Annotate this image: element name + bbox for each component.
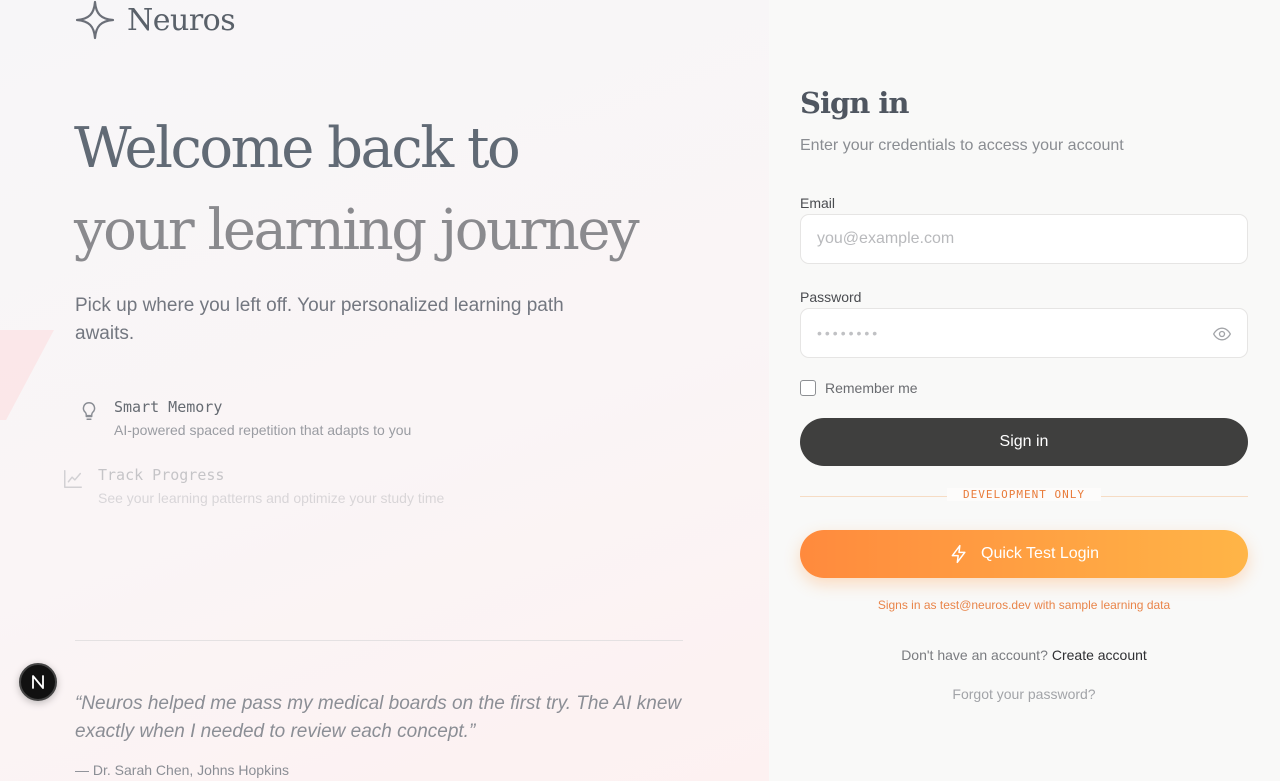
brand[interactable]: Neuros — [75, 0, 236, 40]
hero-subtitle: Pick up where you left off. Your persona… — [75, 295, 564, 344]
sparkle-icon — [75, 0, 115, 40]
password-mask: •••••••• — [817, 325, 881, 341]
hero-heading: Welcome back to your learning journey — [74, 108, 694, 272]
trend-chart-icon — [62, 468, 84, 490]
eye-icon[interactable] — [1212, 324, 1232, 344]
forgot-password-link[interactable]: Forgot your password? — [800, 686, 1248, 702]
create-account-row: Don't have an account? Create account — [800, 647, 1248, 663]
lightbulb-icon — [78, 400, 100, 422]
hero-line-2: your learning journey — [74, 198, 640, 263]
password-label: Password — [800, 289, 862, 305]
lightning-icon — [949, 544, 969, 564]
dev-only-label: DEVELOPMENT ONLY — [947, 488, 1101, 501]
divider — [75, 640, 683, 641]
remember-label: Remember me — [825, 380, 918, 396]
feature-description: See your learning patterns and optimize … — [98, 490, 445, 506]
email-field[interactable]: you@example.com — [800, 214, 1248, 264]
n-logo-icon — [32, 675, 44, 689]
brand-name: Neuros — [127, 2, 236, 38]
email-placeholder: you@example.com — [817, 230, 955, 247]
testimonial-quote: “Neuros helped me pass my medical boards… — [75, 693, 682, 742]
signin-button[interactable]: Sign in — [800, 418, 1248, 466]
dev-tools-badge[interactable] — [19, 663, 57, 701]
quick-login-note: Signs in as test@neuros.dev with sample … — [877, 598, 1171, 612]
signin-panel: Sign in Enter your credentials to access… — [769, 0, 1280, 781]
signin-subtitle: Enter your credentials to access your ac… — [800, 137, 1124, 154]
decorative-shape — [0, 330, 54, 420]
quick-test-login-button[interactable]: Quick Test Login — [800, 530, 1248, 578]
email-label: Email — [800, 195, 836, 211]
no-account-text: Don't have an account? — [901, 647, 1048, 663]
remember-me[interactable]: Remember me — [800, 380, 918, 396]
hero-line-1: Welcome back to — [74, 116, 521, 181]
left-panel: Neuros Welcome back to your learning jou… — [0, 0, 769, 781]
feature-description: AI-powered spaced repetition that adapts… — [114, 422, 412, 438]
remember-checkbox[interactable] — [800, 380, 816, 396]
signin-title: Sign in — [800, 86, 910, 120]
feature-track-progress: Track Progress See your learning pattern… — [62, 466, 444, 506]
password-field[interactable]: •••••••• — [800, 308, 1248, 358]
feature-title: Track Progress — [98, 466, 225, 484]
testimonial-author: — Dr. Sarah Chen, Johns Hopkins — [75, 762, 289, 778]
feature-title: Smart Memory — [114, 398, 223, 416]
feature-smart-memory: Smart Memory AI-powered spaced repetitio… — [78, 398, 411, 438]
create-account-link[interactable]: Create account — [1052, 647, 1147, 663]
quick-login-label: Quick Test Login — [981, 545, 1099, 562]
